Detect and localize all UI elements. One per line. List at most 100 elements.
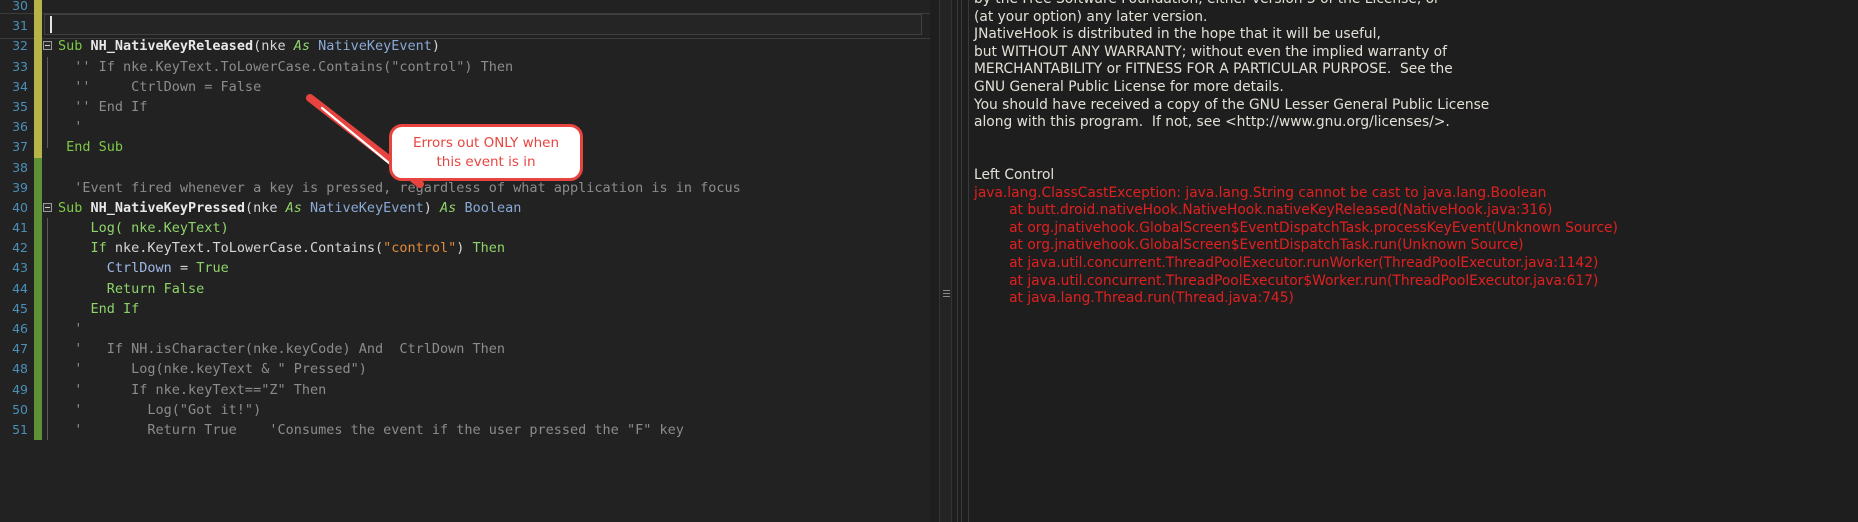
code-token: Boolean — [464, 199, 522, 216]
code-token: NH_NativeKeyPressed — [90, 199, 245, 216]
fold-column[interactable] — [42, 238, 56, 259]
fold-column[interactable] — [42, 117, 56, 138]
code-line[interactable]: 40 Sub NH_NativeKeyPressed(nke As NativeK… — [0, 197, 930, 219]
code-line-text: CtrlDown = True — [56, 258, 930, 278]
fold-column[interactable] — [42, 339, 56, 360]
code-line-text: End If — [56, 299, 930, 319]
code-line[interactable]: 41 Log( nke.KeyText) — [0, 218, 930, 239]
fold-collapse-icon[interactable] — [43, 41, 52, 51]
line-number: 35 — [12, 98, 28, 114]
code-token: ' Log(nke.keyText & " Pressed") — [58, 361, 367, 378]
pane-divider-strip — [930, 0, 968, 522]
indent-guide — [47, 56, 48, 77]
fold-column[interactable] — [42, 0, 56, 16]
change-marker-bar — [34, 319, 42, 340]
fold-column[interactable] — [42, 198, 56, 218]
fold-column[interactable] — [42, 137, 56, 157]
fold-column[interactable] — [42, 218, 56, 239]
code-token: Return False — [58, 280, 205, 297]
code-line[interactable]: 43 CtrlDown = True — [0, 258, 930, 279]
indent-guide — [47, 258, 48, 279]
fold-collapse-icon[interactable] — [43, 202, 52, 212]
fold-column[interactable] — [42, 56, 56, 77]
fold-column[interactable] — [42, 96, 56, 118]
scrollbar-grip[interactable] — [943, 288, 950, 299]
log-line-error: java.lang.ClassCastException: java.lang.… — [974, 184, 1547, 201]
indent-guide — [47, 76, 48, 97]
code-token: Sub — [58, 38, 91, 55]
change-marker-bar — [34, 117, 42, 138]
fold-column[interactable] — [42, 158, 56, 178]
log-line: along with this program. If not, see <ht… — [974, 114, 1450, 131]
ide-window: 30 31 32 Sub NH_NativeKeyReleased(nke As Na… — [0, 0, 1858, 522]
log-line: You should have received a copy of the G… — [974, 96, 1490, 113]
code-line[interactable]: 34 '' CtrlDown = False — [0, 76, 930, 97]
code-lines-container[interactable]: 30 31 32 Sub NH_NativeKeyReleased(nke As Na… — [0, 0, 930, 441]
code-token: '' If nke.KeyText.ToLowerCase.Contains("… — [58, 58, 514, 75]
code-token: '' End If — [58, 98, 148, 115]
indent-guide — [47, 319, 48, 340]
code-line[interactable]: 42 If nke.KeyText.ToLowerCase.Contains("… — [0, 238, 930, 259]
code-line[interactable]: 30 — [0, 0, 930, 17]
code-token: ) — [431, 38, 441, 55]
code-line[interactable]: 51 ' Return True 'Consumes the event if … — [0, 419, 930, 441]
code-line[interactable]: 47 ' If NH.isCharacter(nke.keyCode) And … — [0, 339, 930, 360]
code-line[interactable]: 35 '' End If — [0, 96, 930, 118]
code-line-text: ' If nke.keyText=="Z" Then — [56, 380, 930, 400]
fold-column[interactable] — [42, 298, 56, 319]
fold-column[interactable] — [42, 178, 56, 198]
code-line[interactable]: 32 Sub NH_NativeKeyReleased(nke As Native… — [0, 36, 930, 57]
code-token: End Sub — [58, 139, 124, 156]
change-marker-bar — [34, 419, 42, 441]
log-line-error: at org.jnativehook.GlobalScreen$EventDis… — [974, 219, 1618, 236]
editor-vertical-scrollbar[interactable] — [939, 0, 952, 522]
code-line[interactable]: 44 Return False — [0, 278, 930, 299]
line-number: 51 — [12, 421, 28, 437]
fold-column[interactable] — [42, 399, 56, 420]
code-line[interactable]: 46 ' — [0, 319, 930, 340]
code-line[interactable]: 50 ' Log("Got it!") — [0, 399, 930, 420]
fold-column[interactable] — [42, 319, 56, 340]
code-editor-pane[interactable]: 30 31 32 Sub NH_NativeKeyReleased(nke As Na… — [0, 0, 930, 522]
code-line[interactable]: 31 — [0, 16, 930, 37]
code-line-text: '' End If — [56, 97, 930, 117]
indent-guide — [47, 238, 48, 259]
annotation-callout-text: Errors out ONLY when this event is in — [412, 134, 560, 170]
log-output-pane[interactable]: by the Free Software Foundation, either … — [968, 0, 1858, 522]
fold-column[interactable] — [42, 76, 56, 97]
code-line[interactable]: 48 ' Log(nke.keyText & " Pressed") — [0, 359, 930, 380]
line-number: 37 — [12, 139, 28, 155]
vertical-rule-a — [957, 0, 958, 522]
code-line-text: ' Return True 'Consumes the event if the… — [56, 420, 930, 440]
line-number: 46 — [12, 321, 28, 336]
fold-column[interactable] — [42, 16, 56, 36]
fold-column[interactable] — [42, 359, 56, 380]
line-number: 32 — [12, 38, 28, 54]
code-token: nke.KeyText.ToLowerCase.Contains( — [114, 240, 384, 257]
code-line[interactable]: 49 ' If nke.keyText=="Z" Then — [0, 379, 930, 400]
fold-column[interactable] — [42, 419, 56, 441]
indent-guide — [47, 359, 48, 380]
fold-column[interactable] — [42, 278, 56, 299]
code-line-text: If nke.KeyText.ToLowerCase.Contains("con… — [56, 238, 930, 258]
code-token: If — [90, 240, 115, 257]
code-token: = — [171, 260, 197, 277]
line-number: 44 — [12, 280, 28, 296]
change-marker-bar — [34, 197, 42, 219]
fold-column[interactable] — [42, 36, 56, 56]
line-number: 30 — [12, 0, 28, 13]
code-line[interactable]: 45 End If — [0, 298, 930, 319]
fold-column[interactable] — [42, 258, 56, 279]
code-token: Sub — [58, 199, 91, 216]
code-line[interactable]: 33 '' If nke.KeyText.ToLowerCase.Contain… — [0, 56, 930, 77]
code-token: As — [293, 38, 319, 55]
log-line-error: at java.util.concurrent.ThreadPoolExecut… — [974, 272, 1599, 289]
log-left-rule — [968, 0, 969, 522]
fold-column[interactable] — [42, 379, 56, 400]
line-number: 40 — [12, 199, 28, 215]
change-marker-bar — [34, 339, 42, 360]
